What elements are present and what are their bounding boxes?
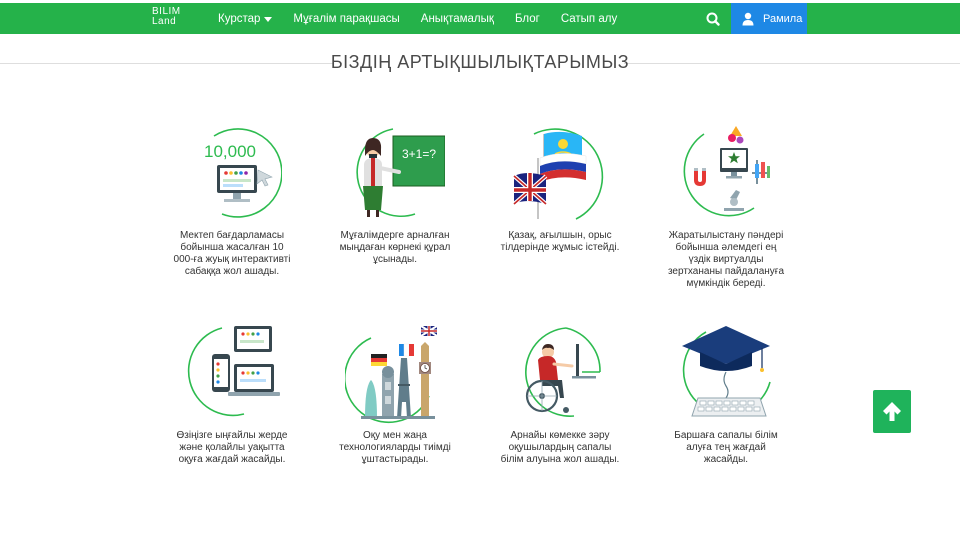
feature-card-special-needs: Арнайы көмекке зәру оқушылардың сапалы б… bbox=[498, 324, 622, 466]
logo[interactable]: BILIM Land bbox=[152, 7, 181, 27]
user-name: Рамила bbox=[763, 12, 803, 25]
feature-caption: Оқу мен жаңа технологияларды тиімді ұшта… bbox=[339, 430, 451, 465]
nav-link-courses[interactable]: Курстар bbox=[218, 12, 273, 25]
feature-card-languages: Қазақ, ағылшын, орыс тілдерінде жұмыс іс… bbox=[498, 124, 622, 254]
section-header: БІЗДІҢ АРТЫҚШЫЛЫҚТАРЫМЫЗ bbox=[0, 50, 960, 76]
top-navbar: BILIM Land Курстар Мұғалім парақшасы Аны… bbox=[0, 0, 960, 37]
nav-link-label: Сатып алу bbox=[560, 12, 618, 25]
nav-link-blog[interactable]: Блог bbox=[515, 13, 540, 25]
logo-bottom-text: Land bbox=[152, 16, 177, 27]
nav-link-buy[interactable]: Сатып алу bbox=[561, 13, 617, 25]
feature-caption: Арнайы көмекке зәру оқушылардың сапалы б… bbox=[500, 430, 620, 465]
feature-card-teaching-materials: 3+1=? Мұғалімдерге арналған мыңдаған көр… bbox=[333, 124, 457, 266]
search-icon bbox=[706, 12, 720, 26]
feature-caption: Баршаға сапалы білім алуға тең жағдай жа… bbox=[674, 430, 778, 465]
user-profile-button[interactable]: Рамила bbox=[731, 3, 807, 34]
feature-card-lessons: 10,000 Мектеп бағдарламасы бойынша жасал… bbox=[170, 124, 294, 278]
nav-link-label: Блог bbox=[514, 12, 540, 25]
graduation-cap-icon bbox=[682, 326, 771, 417]
nav-link-label: Анықтамалық bbox=[420, 12, 494, 25]
lab-icon bbox=[683, 126, 770, 217]
nav-link-teacher-page[interactable]: Мұғалім парақшасы bbox=[293, 13, 399, 25]
feature-card-technology: Оқу мен жаңа технологияларды тиімді ұшта… bbox=[333, 324, 457, 466]
scroll-to-top-button[interactable] bbox=[873, 390, 911, 433]
search-button[interactable] bbox=[702, 9, 724, 29]
arrow-up-icon bbox=[883, 402, 901, 421]
feature-card-anywhere: Өзіңізге ыңғайлы жерде және қолайлы уақы… bbox=[170, 324, 294, 466]
monitor-icon: 10,000 bbox=[204, 128, 282, 218]
feature-caption: Мектеп бағдарламасы бойынша жасалған 10 … bbox=[173, 230, 291, 277]
feature-caption: Өзіңізге ыңғайлы жерде және қолайлы уақы… bbox=[176, 430, 288, 465]
user-icon bbox=[742, 12, 754, 25]
lessons-count-text: 10,000 bbox=[204, 142, 256, 161]
caret-down-icon bbox=[264, 17, 273, 22]
feature-caption: Жаратылыстану пәндері бойынша әлемдегі е… bbox=[667, 230, 785, 289]
board-equation-text: 3+1=? bbox=[402, 147, 436, 161]
feature-card-virtual-lab: Жаратылыстану пәндері бойынша әлемдегі е… bbox=[664, 124, 788, 290]
nav-links: Курстар Мұғалім парақшасы Анықтамалық Бл… bbox=[218, 3, 638, 34]
devices-icon bbox=[187, 326, 280, 417]
landmarks-icon bbox=[345, 325, 438, 424]
flags-icon bbox=[512, 128, 604, 220]
section-title: БІЗДІҢ АРТЫҚШЫЛЫҚТАРЫМЫЗ bbox=[330, 52, 630, 72]
feature-caption: Қазақ, ағылшын, орыс тілдерінде жұмыс іс… bbox=[500, 230, 620, 253]
nav-link-reference[interactable]: Анықтамалық bbox=[421, 13, 494, 25]
teacher-icon: 3+1=? bbox=[356, 128, 445, 217]
nav-link-label: Курстар bbox=[218, 12, 261, 25]
feature-card-equal-opportunity: Баршаға сапалы білім алуға тең жағдай жа… bbox=[664, 324, 788, 466]
nav-link-label: Мұғалім парақшасы bbox=[293, 12, 400, 25]
feature-caption: Мұғалімдерге арналған мыңдаған көрнекі қ… bbox=[339, 230, 451, 265]
wheelchair-icon bbox=[525, 327, 601, 417]
